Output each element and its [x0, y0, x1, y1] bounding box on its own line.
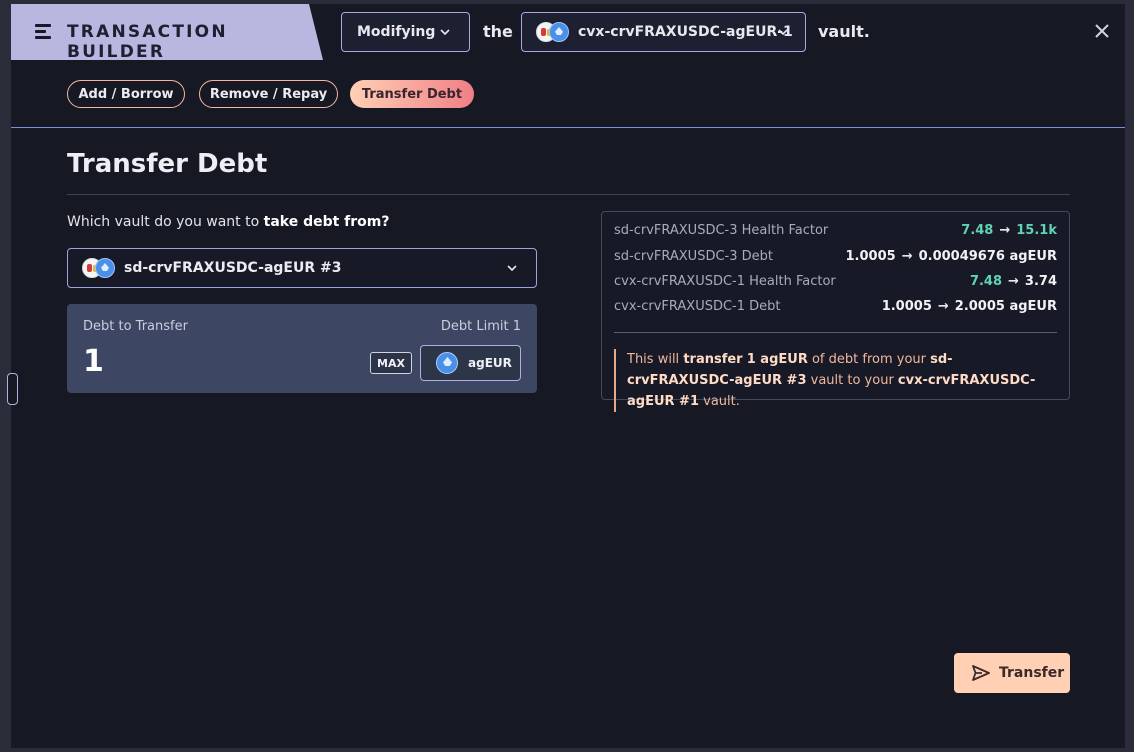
close-icon[interactable] [1093, 22, 1111, 40]
token-label: agEUR [468, 356, 512, 370]
arrow-right-icon: → [901, 248, 913, 264]
debt-amount-box: Debt to Transfer Debt Limit 1 1 MAX agEU… [67, 304, 537, 393]
token-select-button[interactable]: agEUR [420, 345, 521, 381]
summary-row-label: cvx-crvFRAXUSDC-1 Debt [614, 298, 781, 314]
summary-row: cvx-crvFRAXUSDC-1 Debt 1.0005 → 2.0005 agE… [614, 297, 1057, 315]
summary-from-value: 1.0005 [881, 298, 932, 314]
vault-select[interactable]: cvx-crvFRAXUSDC-agEUR-1 [521, 12, 806, 52]
summary-row: sd-crvFRAXUSDC-3 Debt 1.0005 → 0.00049676 … [614, 247, 1057, 265]
ageur-token-icon [95, 258, 115, 278]
mode-select[interactable]: Modifying [341, 12, 470, 52]
summary-to-value: 15.1k [1016, 222, 1057, 238]
summary-from-value: 7.48 [969, 273, 1003, 289]
arrow-right-icon: → [999, 222, 1011, 238]
transaction-builder-panel: TRANSACTION BUILDER Modifying the cvx-cr… [7, 4, 1125, 748]
transaction-summary: sd-crvFRAXUSDC-3 Health Factor 7.48 → 15.1… [601, 211, 1070, 412]
summary-to-value: 2.0005 agEUR [954, 298, 1057, 314]
summary-to-value: 0.00049676 agEUR [918, 248, 1057, 264]
divider [67, 194, 1070, 195]
chevron-down-icon [507, 265, 517, 272]
debt-limit-label: Debt Limit 1 [440, 319, 521, 334]
divider [614, 332, 1057, 333]
header-title-box: TRANSACTION BUILDER [11, 4, 323, 60]
summary-from-value: 7.48 [961, 222, 994, 238]
ageur-token-icon [549, 22, 569, 42]
summary-to-value: 3.74 [1024, 273, 1057, 289]
summary-row-label: sd-crvFRAXUSDC-3 Health Factor [614, 222, 829, 238]
tab-add-borrow[interactable]: Add / Borrow [67, 80, 185, 108]
tab-transfer-debt[interactable]: Transfer Debt [350, 80, 474, 108]
transfer-button-label: Transfer [999, 665, 1065, 681]
source-vault-label: sd-crvFRAXUSDC-agEUR #3 [124, 260, 342, 276]
source-vault-token-icons [82, 257, 116, 279]
mode-select-label: Modifying [357, 24, 436, 40]
chevron-down-icon [778, 29, 788, 36]
vault-select-label: cvx-crvFRAXUSDC-agEUR-1 [578, 24, 793, 40]
app-title: TRANSACTION BUILDER [67, 22, 228, 62]
summary-from-value: 1.0005 [845, 248, 896, 264]
menu-icon[interactable] [35, 24, 51, 40]
debt-amount-input[interactable]: 1 [83, 344, 104, 379]
side-handle[interactable] [7, 373, 18, 405]
arrow-right-icon: → [1008, 273, 1019, 289]
ageur-token-icon [436, 352, 458, 374]
vault-token-icons [536, 21, 570, 43]
debt-to-transfer-label: Debt to Transfer [83, 319, 188, 334]
source-vault-select[interactable]: sd-crvFRAXUSDC-agEUR #3 [67, 248, 537, 288]
tab-remove-repay[interactable]: Remove / Repay [199, 80, 338, 108]
summary-row: sd-crvFRAXUSDC-3 Health Factor 7.48 → 15.1… [614, 221, 1057, 239]
page-title: Transfer Debt [67, 149, 268, 179]
transfer-note: This will transfer 1 agEUR of debt from … [614, 349, 1054, 412]
max-button[interactable]: MAX [370, 352, 412, 374]
summary-row-label: sd-crvFRAXUSDC-3 Debt [614, 248, 773, 264]
header-word-the: the [483, 22, 513, 41]
send-icon [972, 665, 990, 681]
transfer-button[interactable]: Transfer [954, 653, 1070, 693]
summary-row-label: cvx-crvFRAXUSDC-1 Health Factor [614, 273, 836, 289]
action-tabs: Add / Borrow Remove / Repay Transfer Deb… [11, 60, 1125, 128]
summary-row: cvx-crvFRAXUSDC-1 Health Factor 7.48 → 3.7… [614, 272, 1057, 290]
source-vault-question: Which vault do you want to take debt fro… [67, 214, 390, 230]
chevron-down-icon [440, 29, 450, 36]
header-word-vault: vault. [818, 22, 870, 41]
arrow-right-icon: → [937, 298, 949, 314]
